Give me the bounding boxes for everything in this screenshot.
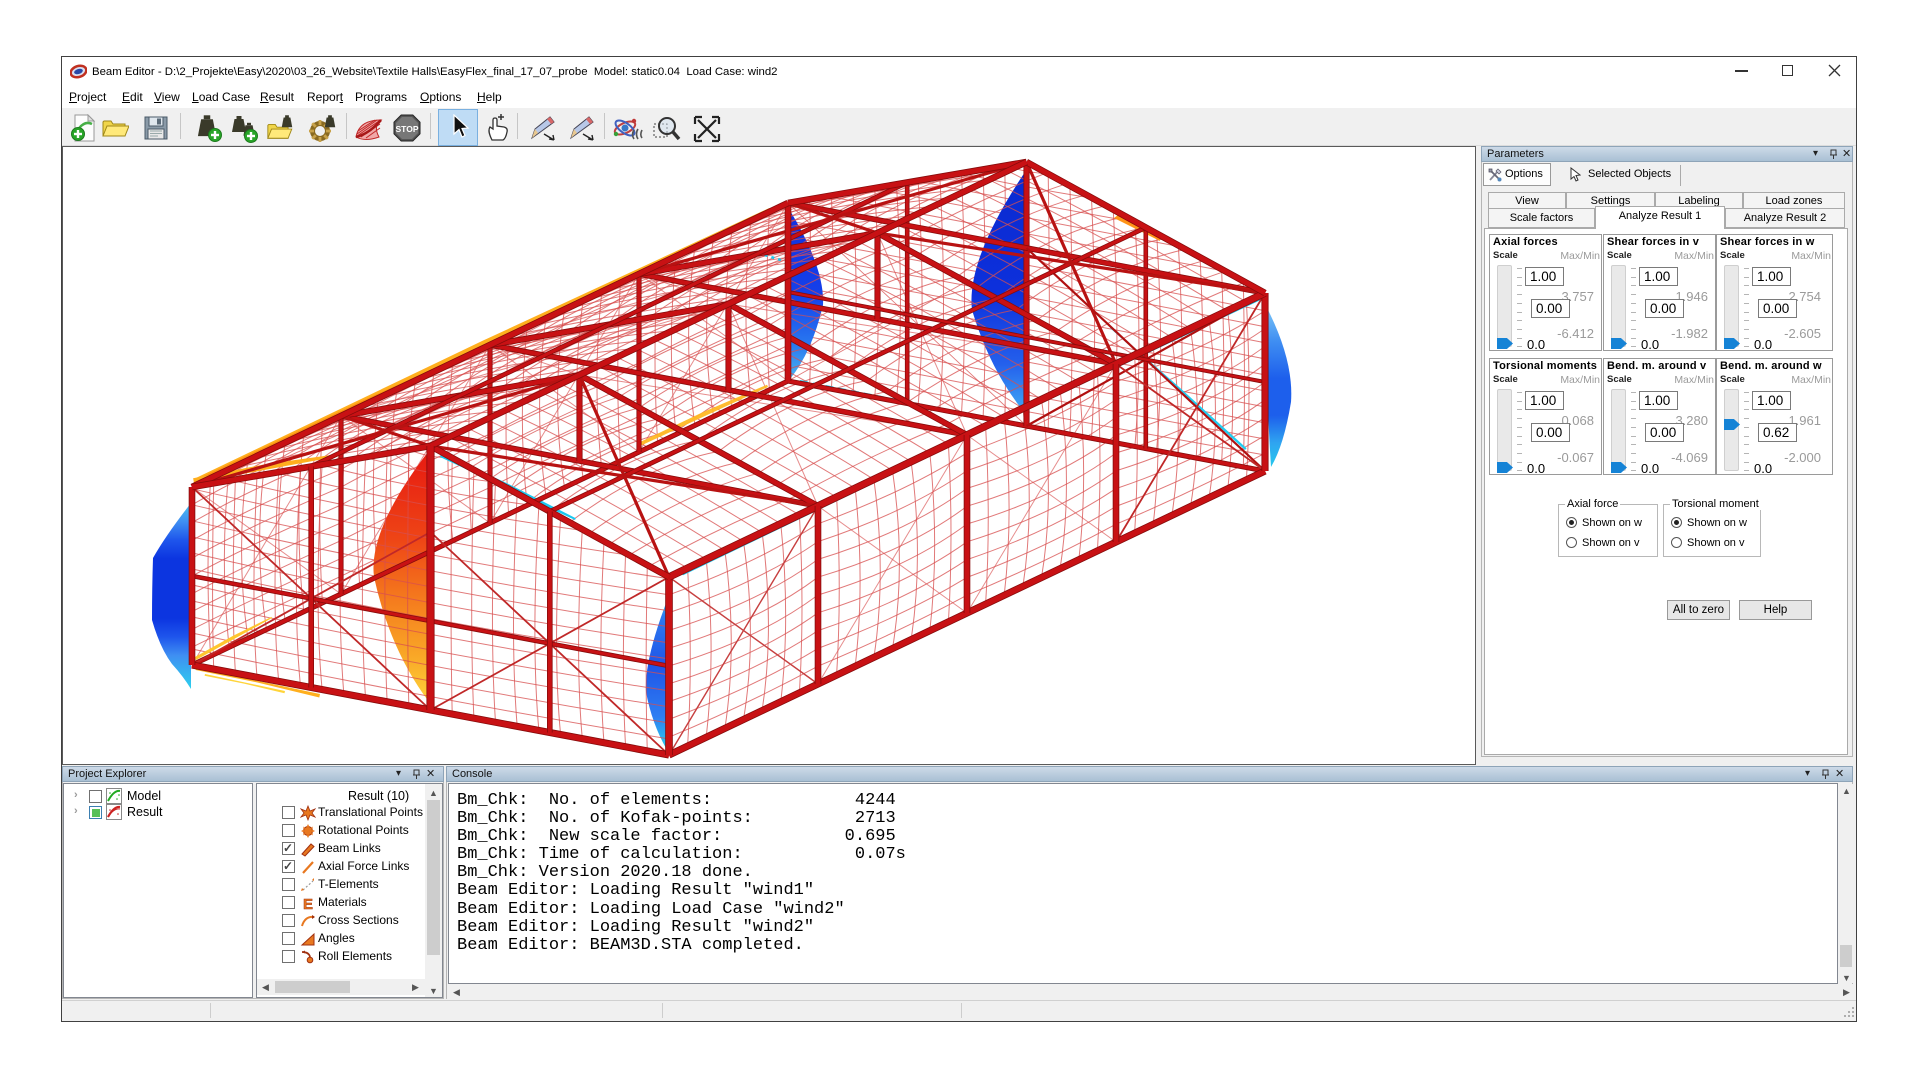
svg-text:STOP: STOP (396, 124, 419, 134)
svg-text:E: E (303, 896, 313, 911)
